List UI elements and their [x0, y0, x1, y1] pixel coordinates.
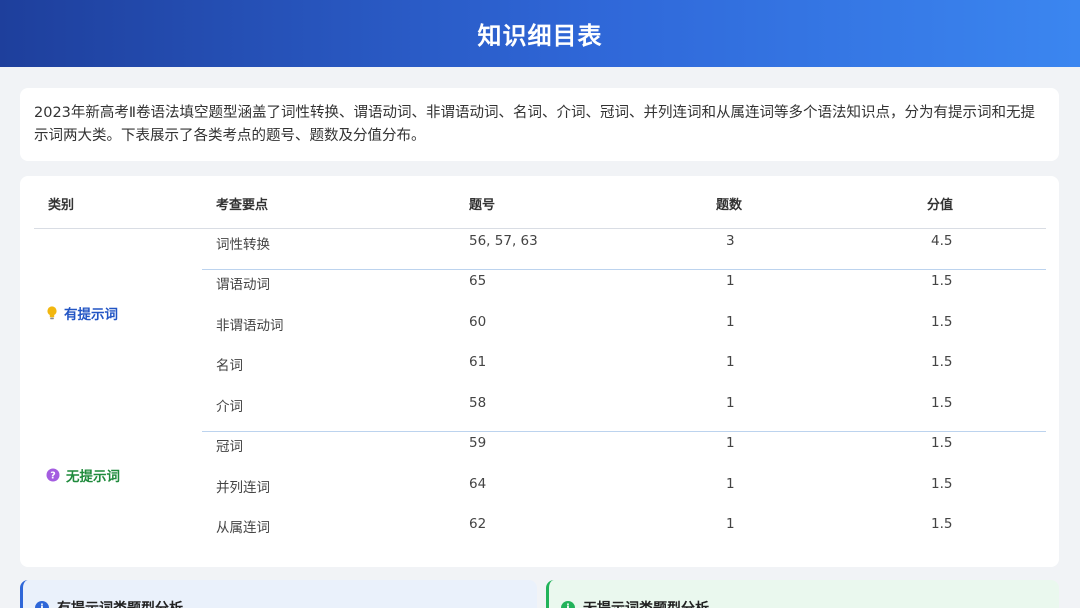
header-score: 分值 [927, 198, 954, 213]
intro-text: 2023年新高考Ⅱ卷语法填空题型涵盖了词性转换、谓语动词、非谓语动词、名词、介词… [34, 105, 1036, 144]
row-score: 4.5 [931, 233, 953, 249]
row-point: 谓语动词 [216, 277, 270, 293]
row-point: 介词 [216, 399, 243, 415]
row-point: 名词 [216, 358, 243, 374]
row-score: 1.5 [931, 273, 953, 289]
row-score: 1.5 [931, 314, 953, 330]
row-number: 58 [469, 395, 487, 411]
row-point: 冠词 [216, 439, 243, 455]
row-score: 1.5 [931, 395, 953, 411]
row-point: 并列连词 [216, 480, 270, 496]
row-count: 1 [726, 516, 735, 532]
row-point: 词性转换 [216, 237, 270, 253]
page-title: 知识细目表 [477, 22, 603, 50]
row-count: 1 [726, 314, 735, 330]
question-icon: ? [46, 468, 60, 482]
row-number: 65 [469, 273, 487, 289]
hinted-analysis-title-text: 有提示词类题型分析 [57, 598, 183, 608]
unhinted-analysis-title: i 无提示词类题型分析 [561, 598, 709, 608]
row-count: 1 [726, 435, 735, 451]
row-number: 59 [469, 435, 487, 451]
category-unhinted: ? 无提示词 [46, 465, 120, 485]
group-divider [202, 431, 1046, 432]
unhinted-analysis-title-text: 无提示词类题型分析 [583, 598, 709, 608]
row-count: 3 [726, 233, 735, 249]
header-count: 题数 [716, 198, 743, 213]
row-point: 非谓语动词 [216, 318, 284, 334]
row-score: 1.5 [931, 476, 953, 492]
unhinted-analysis-card: i 无提示词类题型分析 [546, 580, 1059, 608]
category-hinted-label: 有提示词 [64, 307, 118, 323]
intro-panel: 2023年新高考Ⅱ卷语法填空题型涵盖了词性转换、谓语动词、非谓语动词、名词、介词… [20, 88, 1059, 161]
row-count: 1 [726, 395, 735, 411]
row-score: 1.5 [931, 435, 953, 451]
row-point: 从属连词 [216, 520, 270, 536]
header-category: 类别 [48, 198, 75, 213]
lightbulb-icon [46, 306, 58, 320]
info-icon: i [561, 601, 575, 608]
row-number: 61 [469, 354, 487, 370]
category-hinted: 有提示词 [46, 303, 118, 323]
header-number: 题号 [469, 198, 496, 213]
row-count: 1 [726, 476, 735, 492]
row-count: 1 [726, 354, 735, 370]
row-count: 1 [726, 273, 735, 289]
row-number: 56, 57, 63 [469, 233, 538, 249]
category-unhinted-label: 无提示词 [66, 469, 120, 485]
row-score: 1.5 [931, 354, 953, 370]
row-score: 1.5 [931, 516, 953, 532]
info-icon: i [35, 601, 49, 608]
header-point: 考查要点 [216, 198, 269, 213]
header-divider [34, 228, 1046, 229]
knowledge-table: 类别 考查要点 题号 题数 分值 有提示词 ? 无提示词 词性转换 56, 57… [20, 176, 1059, 567]
page-header: 知识细目表 [0, 0, 1080, 67]
row-number: 64 [469, 476, 487, 492]
svg-text:?: ? [50, 471, 56, 482]
hinted-analysis-card: i 有提示词类题型分析 [20, 580, 537, 608]
row-number: 60 [469, 314, 487, 330]
row-divider [202, 269, 1046, 270]
row-number: 62 [469, 516, 487, 532]
hinted-analysis-title: i 有提示词类题型分析 [35, 598, 183, 608]
